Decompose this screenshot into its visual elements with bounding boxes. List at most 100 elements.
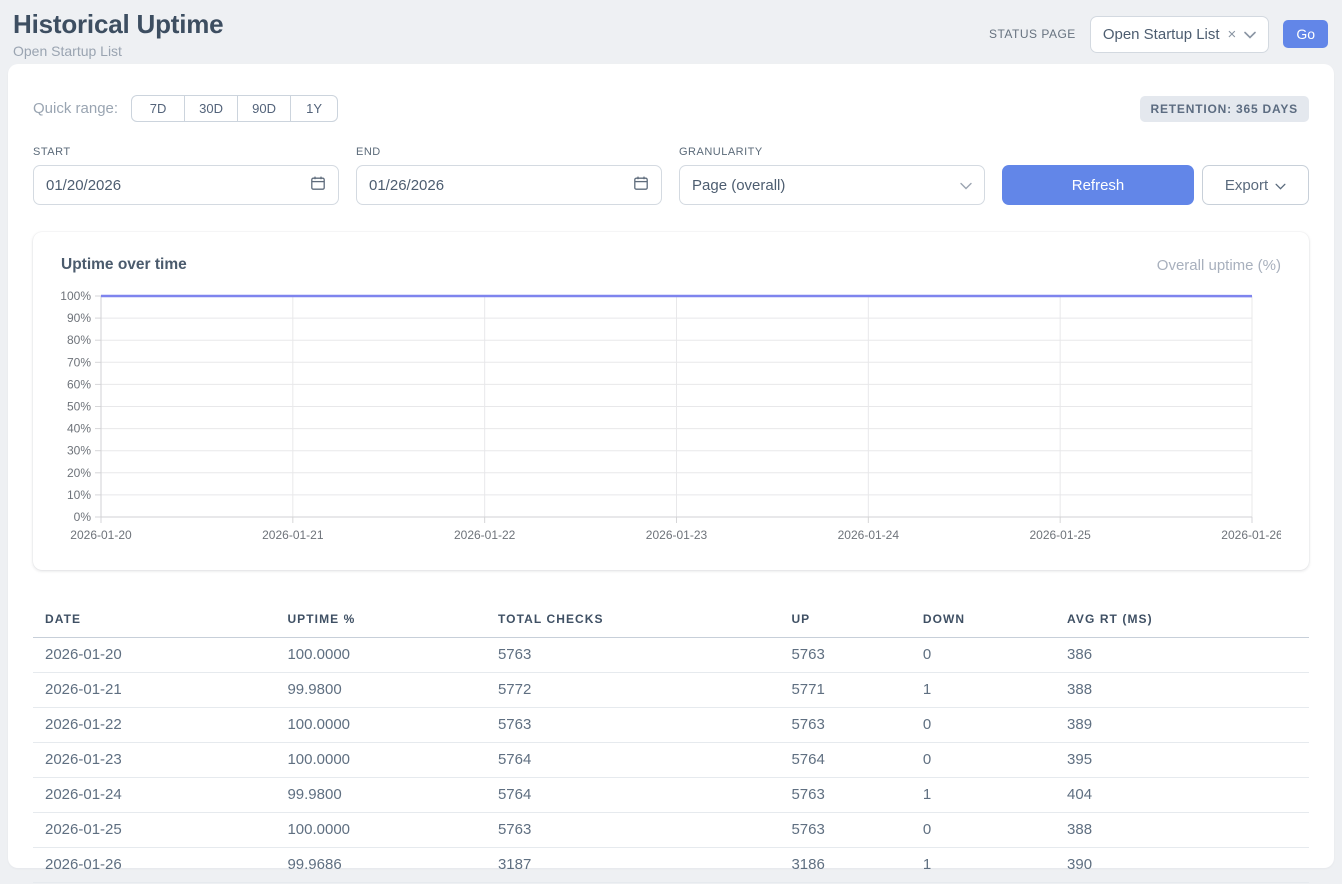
quick-range-buttons: 7D30D90D1Y xyxy=(131,95,338,122)
svg-text:90%: 90% xyxy=(67,311,91,325)
svg-text:80%: 80% xyxy=(67,333,91,347)
table-cell: 99.9800 xyxy=(275,673,486,708)
table-row: 2026-01-25100.0000576357630388 xyxy=(33,813,1309,848)
uptime-line-chart: 0%10%20%30%40%50%60%70%80%90%100%2026-01… xyxy=(61,284,1281,542)
table-cell: 5772 xyxy=(486,673,779,708)
table-cell: 2026-01-20 xyxy=(33,638,275,673)
table-cell: 5763 xyxy=(486,638,779,673)
column-header: TOTAL CHECKS xyxy=(486,602,779,638)
clear-icon[interactable]: × xyxy=(1228,27,1237,42)
uptime-chart-card: Uptime over time Overall uptime (%) 0% 10… xyxy=(33,232,1309,570)
table-cell: 100.0000 xyxy=(275,708,486,743)
calendar-icon[interactable] xyxy=(633,175,649,196)
table-cell: 388 xyxy=(1055,813,1309,848)
start-date-input[interactable] xyxy=(46,177,266,194)
uptime-table: DATEUPTIME %TOTAL CHECKSUPDOWNAVG RT (MS… xyxy=(33,602,1309,883)
title-block: Historical Uptime Open Startup List xyxy=(13,9,223,59)
column-header: AVG RT (MS) xyxy=(1055,602,1309,638)
granularity-select[interactable]: Page (overall) xyxy=(679,165,985,205)
page-title: Historical Uptime xyxy=(13,9,223,40)
chart-title: Uptime over time xyxy=(61,256,187,274)
controls-row: START END xyxy=(33,146,1309,205)
table-cell: 3186 xyxy=(779,848,910,883)
table-cell: 1 xyxy=(911,848,1055,883)
quick-range-label: Quick range: xyxy=(33,100,118,117)
page-subtitle: Open Startup List xyxy=(13,43,223,59)
table-cell: 2026-01-26 xyxy=(33,848,275,883)
table-cell: 0 xyxy=(911,708,1055,743)
table-cell: 5764 xyxy=(779,743,910,778)
quick-range-7d[interactable]: 7D xyxy=(131,95,185,122)
status-page-selected-value: Open Startup List xyxy=(1103,26,1220,43)
start-field-group: START xyxy=(33,146,339,205)
svg-text:2026-01-21: 2026-01-21 xyxy=(262,528,324,542)
export-button-label: Export xyxy=(1225,177,1268,194)
table-cell: 0 xyxy=(911,743,1055,778)
calendar-icon[interactable] xyxy=(310,175,326,196)
svg-text:40%: 40% xyxy=(67,422,91,436)
status-page-select[interactable]: Open Startup List × xyxy=(1090,16,1270,53)
granularity-label: GRANULARITY xyxy=(679,146,985,158)
table-header-row: DATEUPTIME %TOTAL CHECKSUPDOWNAVG RT (MS… xyxy=(33,602,1309,638)
table-cell: 1 xyxy=(911,778,1055,813)
svg-text:60%: 60% xyxy=(67,377,91,391)
status-page-label: STATUS PAGE xyxy=(989,27,1076,41)
table-cell: 0 xyxy=(911,638,1055,673)
table-cell: 395 xyxy=(1055,743,1309,778)
table-cell: 404 xyxy=(1055,778,1309,813)
table-row: 2026-01-22100.0000576357630389 xyxy=(33,708,1309,743)
svg-text:2026-01-23: 2026-01-23 xyxy=(646,528,708,542)
table-cell: 5763 xyxy=(779,778,910,813)
table-cell: 2026-01-25 xyxy=(33,813,275,848)
table-row: 2026-01-2499.9800576457631404 xyxy=(33,778,1309,813)
table-cell: 100.0000 xyxy=(275,813,486,848)
svg-text:20%: 20% xyxy=(67,466,91,480)
end-date-field[interactable] xyxy=(356,165,662,205)
retention-badge: RETENTION: 365 DAYS xyxy=(1140,96,1309,122)
end-date-input[interactable] xyxy=(369,177,589,194)
svg-text:100%: 100% xyxy=(61,289,91,303)
end-field-group: END xyxy=(356,146,662,205)
granularity-selected-value: Page (overall) xyxy=(692,177,785,194)
svg-text:30%: 30% xyxy=(67,444,91,458)
header-right: STATUS PAGE Open Startup List × Go xyxy=(989,16,1328,53)
quick-range-30d[interactable]: 30D xyxy=(184,95,238,122)
column-header: UPTIME % xyxy=(275,602,486,638)
table-cell: 5763 xyxy=(779,813,910,848)
chevron-down-icon xyxy=(960,177,972,194)
svg-text:10%: 10% xyxy=(67,488,91,502)
svg-text:2026-01-24: 2026-01-24 xyxy=(838,528,900,542)
table-cell: 2026-01-23 xyxy=(33,743,275,778)
table-row: 2026-01-23100.0000576457640395 xyxy=(33,743,1309,778)
svg-text:50%: 50% xyxy=(67,400,91,414)
uptime-table-body: 2026-01-20100.00005763576303862026-01-21… xyxy=(33,638,1309,883)
table-cell: 99.9686 xyxy=(275,848,486,883)
table-cell: 388 xyxy=(1055,673,1309,708)
page-header: Historical Uptime Open Startup List STAT… xyxy=(0,0,1342,64)
export-button[interactable]: Export xyxy=(1202,165,1309,205)
chevron-down-icon xyxy=(1275,177,1286,194)
table-cell: 5764 xyxy=(486,778,779,813)
chart-header: Uptime over time Overall uptime (%) xyxy=(61,256,1281,274)
table-cell: 5763 xyxy=(486,813,779,848)
table-row: 2026-01-2699.9686318731861390 xyxy=(33,848,1309,883)
table-cell: 386 xyxy=(1055,638,1309,673)
table-cell: 2026-01-22 xyxy=(33,708,275,743)
main-panel: Quick range: 7D30D90D1Y RETENTION: 365 D… xyxy=(8,64,1334,868)
quick-range-1y[interactable]: 1Y xyxy=(290,95,338,122)
table-cell: 2026-01-24 xyxy=(33,778,275,813)
refresh-button[interactable]: Refresh xyxy=(1002,165,1194,205)
table-cell: 390 xyxy=(1055,848,1309,883)
svg-text:2026-01-26: 2026-01-26 xyxy=(1221,528,1281,542)
start-date-field[interactable] xyxy=(33,165,339,205)
column-header: DOWN xyxy=(911,602,1055,638)
chart-legend: Overall uptime (%) xyxy=(1157,257,1281,274)
table-cell: 99.9800 xyxy=(275,778,486,813)
table-row: 2026-01-2199.9800577257711388 xyxy=(33,673,1309,708)
uptime-table-head: DATEUPTIME %TOTAL CHECKSUPDOWNAVG RT (MS… xyxy=(33,602,1309,638)
svg-text:2026-01-25: 2026-01-25 xyxy=(1029,528,1091,542)
go-button[interactable]: Go xyxy=(1283,20,1328,48)
svg-text:0%: 0% xyxy=(74,510,92,524)
table-cell: 100.0000 xyxy=(275,638,486,673)
quick-range-90d[interactable]: 90D xyxy=(237,95,291,122)
